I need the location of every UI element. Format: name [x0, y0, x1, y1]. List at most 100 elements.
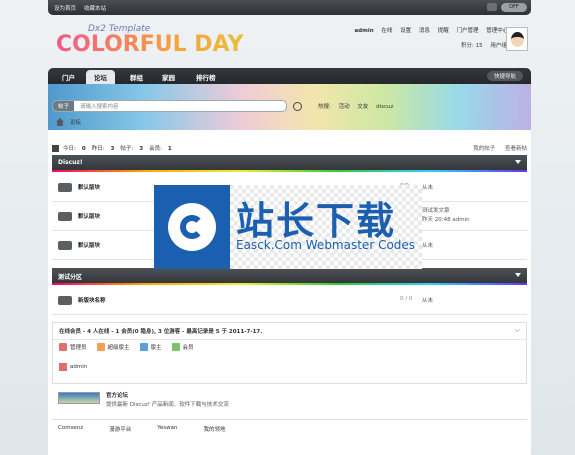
partner-links: Comsenz 漫游平台 Yeswan 我的领地: [58, 425, 251, 433]
online-headline: 在线会员 - 4 人在线 - 1 会员(0 隐身), 3 位游客 - 最高记录是…: [53, 323, 526, 340]
username-link[interactable]: admin: [354, 28, 373, 34]
legend-item: 会员: [171, 343, 194, 351]
divider: [52, 283, 527, 285]
stat-posts-label: 帖子:: [120, 146, 134, 152]
chevron-down-icon[interactable]: ⌵: [515, 326, 520, 335]
discuz-banner-image[interactable]: [58, 392, 100, 404]
forum-stats: 今日: 0 昨日: 3 帖子: 3 会员: 1: [52, 144, 178, 152]
admin-icon: [59, 343, 67, 351]
member-legend: 管理员 超级版主 版主 会员: [59, 343, 204, 351]
tab-groups[interactable]: 群组: [130, 72, 143, 82]
hot-searches: 热搜: 活动 交友 discuz: [318, 102, 399, 110]
legend-label: 管理员: [70, 345, 87, 351]
search-placeholder: 请输入搜索内容: [80, 104, 119, 110]
forum-name[interactable]: 新版块名称: [78, 296, 106, 304]
quick-nav-button[interactable]: 快捷导航: [486, 71, 523, 81]
avatar[interactable]: [506, 27, 528, 51]
search-row: 帖子 请输入搜索内容 热搜: 活动 交友 discuz: [52, 98, 522, 114]
forum-icon: [58, 183, 72, 192]
link-title[interactable]: 官方论坛: [106, 391, 128, 399]
user-link-notices[interactable]: 提醒: [438, 28, 449, 34]
category-title: Discuz!: [58, 159, 83, 166]
user-link-settings[interactable]: 设置: [400, 28, 411, 34]
forum-icon: [58, 212, 72, 221]
stat-members: 会员: 1: [149, 144, 172, 152]
set-homepage-link[interactable]: 设为首页: [54, 4, 76, 12]
legend-item: 超级版主: [96, 343, 130, 351]
partner-link[interactable]: Comsenz: [58, 425, 83, 433]
search-scope-select[interactable]: 帖子: [53, 101, 75, 111]
stat-yesterday-label: 昨日:: [91, 146, 105, 152]
partner-link[interactable]: 漫游平台: [109, 425, 131, 433]
tab-forum[interactable]: 论坛: [86, 70, 115, 84]
bookmark-link[interactable]: 收藏本站: [84, 4, 106, 12]
forum-name[interactable]: 默认版块: [78, 241, 100, 249]
hot-term[interactable]: 活动: [339, 104, 350, 110]
forum-last-post: 测试发文章 昨天 20:48 admin: [422, 207, 470, 225]
category-header[interactable]: 测试分区: [52, 268, 527, 283]
tab-ranking[interactable]: 排行榜: [196, 72, 216, 82]
member-icon: [171, 343, 180, 351]
legend-item: 版主: [139, 343, 162, 351]
top-bar: 设为首页 收藏本站 OFF: [48, 0, 531, 15]
stat-yesterday: 昨日: 3: [92, 144, 115, 152]
hot-term[interactable]: 交友: [357, 104, 368, 110]
forum-last-post: 从未: [422, 243, 434, 249]
forum-row[interactable]: 新版块名称 0 / 0 从未: [52, 287, 527, 315]
user-panel: admin 在线 设置 消息 提醒 门户管理 管理中心 退出 积分: 15 用户…: [354, 26, 527, 49]
hot-label: 热搜:: [318, 104, 331, 110]
search-icon[interactable]: [293, 101, 302, 111]
forum-icon: [58, 241, 72, 250]
forum-count: 0 / 0: [400, 296, 413, 302]
stat-members-label: 会员:: [149, 146, 162, 152]
online-member-name[interactable]: admin: [70, 364, 87, 370]
forum-last-post: 从未: [422, 185, 434, 191]
legend-label: 版主: [150, 345, 162, 351]
style-toggle-button[interactable]: OFF: [501, 3, 527, 12]
category-title: 测试分区: [58, 274, 83, 281]
stat-today-label: 今日:: [63, 146, 76, 152]
legend-item: 管理员: [59, 343, 87, 351]
search-input[interactable]: 帖子 请输入搜索内容: [52, 100, 287, 112]
watermark-logo: [154, 185, 230, 269]
avatar-face-icon: [511, 32, 524, 47]
user-link-messages[interactable]: 消息: [419, 28, 430, 34]
stats-icon: [52, 144, 59, 152]
breadcrumb-current[interactable]: 论坛: [70, 118, 81, 126]
online-member[interactable]: admin: [59, 363, 87, 371]
watermark-e-icon: [180, 215, 204, 239]
moderator-icon: [139, 343, 148, 351]
collapse-icon[interactable]: [515, 273, 521, 277]
forum-name[interactable]: 默认版块: [78, 183, 100, 191]
stat-posts: 帖子: 3: [120, 144, 143, 152]
forum-icon: [58, 296, 72, 305]
forum-last-post: 从未: [422, 298, 434, 304]
home-icon[interactable]: [56, 118, 64, 126]
user-link-portal-admin[interactable]: 门户管理: [456, 28, 478, 34]
super-mod-icon: [96, 343, 105, 351]
post-links: 我的帖子 查看新帖: [465, 144, 527, 152]
user-link-admin-center[interactable]: 管理中心: [486, 28, 508, 34]
link-description: 提供最新 Discuz! 产品新闻、软件下载与技术交流: [106, 402, 229, 408]
last-post-time[interactable]: 昨天 20:48 admin: [422, 216, 470, 225]
collapse-icon[interactable]: [515, 160, 521, 164]
watermark-chinese-text: 站长下载: [236, 199, 397, 243]
new-posts-link[interactable]: 查看新帖: [505, 146, 527, 152]
tab-home[interactable]: 家园: [162, 72, 175, 82]
main-nav: 门户 论坛 群组 家园 排行榜 快捷导航: [48, 68, 531, 84]
forum-name[interactable]: 默认版块: [78, 212, 100, 220]
stat-members-value: 1: [167, 146, 172, 152]
points-display[interactable]: 积分: 15: [461, 43, 483, 49]
hot-term[interactable]: discuz: [376, 104, 393, 110]
partner-link[interactable]: Yeswan: [157, 425, 177, 433]
category-header[interactable]: Discuz!: [52, 155, 527, 170]
online-status[interactable]: 在线: [381, 28, 392, 34]
last-post-title[interactable]: 测试发文章: [422, 207, 470, 216]
stat-today-value: 0: [81, 146, 86, 152]
rss-icon[interactable]: [487, 3, 497, 11]
stat-posts-value: 3: [139, 146, 144, 152]
legend-label: 会员: [182, 345, 194, 351]
tab-portal[interactable]: 门户: [62, 72, 75, 82]
partner-link[interactable]: 我的领地: [203, 425, 225, 433]
my-posts-link[interactable]: 我的帖子: [473, 146, 495, 152]
